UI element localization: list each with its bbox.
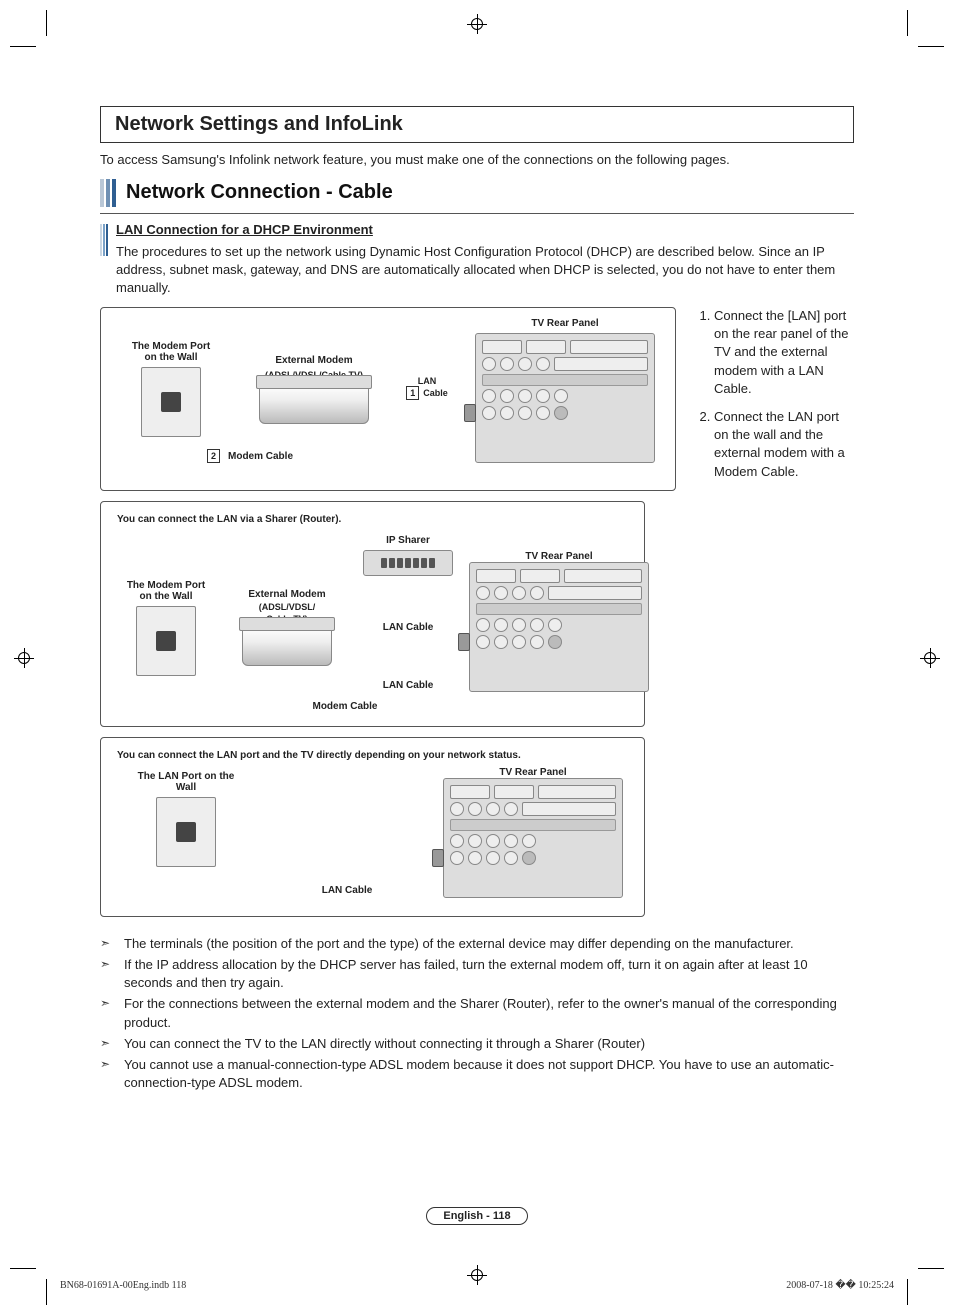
note-text: You cannot use a manual-connection-type … bbox=[124, 1056, 854, 1092]
sub-section-lan-dhcp: LAN Connection for a DHCP Environment Th… bbox=[100, 222, 854, 298]
diagram-3-heading: You can connect the LAN port and the TV … bbox=[117, 750, 634, 761]
crop-tick bbox=[918, 46, 944, 47]
step-2: Connect the LAN port on the wall and the… bbox=[714, 408, 854, 481]
note-text: For the connections between the external… bbox=[124, 995, 854, 1031]
register-mark-top bbox=[467, 14, 487, 34]
crop-tick bbox=[918, 1268, 944, 1269]
tv-rear-panel-illustration bbox=[443, 778, 623, 898]
lan-port-icon bbox=[464, 404, 476, 422]
intro-paragraph: To access Samsung's Infolink network fea… bbox=[100, 151, 854, 169]
external-modem-sublabel-1: (ADSL/VDSL/ bbox=[259, 602, 316, 612]
crop-tick bbox=[46, 1279, 47, 1305]
wall-port-label: The Modem Port on the Wall bbox=[126, 341, 216, 363]
step-tag-1: 1 bbox=[406, 386, 419, 400]
lan-cable-label: LAN Cable bbox=[383, 622, 434, 633]
tv-rear-panel-illustration bbox=[475, 333, 655, 463]
note-item: ➣ You can connect the TV to the LAN dire… bbox=[100, 1035, 854, 1053]
crop-tick bbox=[10, 1268, 36, 1269]
note-arrow-icon: ➣ bbox=[100, 1035, 114, 1053]
crop-tick bbox=[46, 10, 47, 36]
note-text: If the IP address allocation by the DHCP… bbox=[124, 956, 854, 992]
step-2-text: Connect the LAN port on the wall and the… bbox=[714, 409, 845, 479]
diagram-1: TV Rear Panel The Modem Port on the Wall bbox=[100, 307, 676, 491]
register-mark-left bbox=[14, 648, 34, 668]
steps-list: Connect the [LAN] port on the rear panel… bbox=[694, 307, 854, 491]
sub-section-description: The procedures to set up the network usi… bbox=[116, 243, 854, 298]
register-mark-right bbox=[920, 648, 940, 668]
wall-jack-illustration bbox=[141, 367, 201, 437]
wall-port-label: The Modem Port on the Wall bbox=[121, 580, 211, 602]
diagram-2-heading: You can connect the LAN via a Sharer (Ro… bbox=[117, 514, 634, 525]
note-item: ➣ You cannot use a manual-connection-typ… bbox=[100, 1056, 854, 1092]
lan-cable-label: LAN Cable bbox=[383, 680, 434, 691]
lan-cable-label: LAN Cable bbox=[322, 885, 373, 896]
step-1-text: Connect the [LAN] port on the rear panel… bbox=[714, 308, 848, 396]
note-arrow-icon: ➣ bbox=[100, 956, 114, 992]
modem-cable-label: Modem Cable bbox=[228, 451, 293, 462]
page-content: Network Settings and InfoLink To access … bbox=[100, 100, 854, 1235]
section-title: Network Connection - Cable bbox=[126, 181, 393, 204]
router-illustration bbox=[363, 550, 453, 576]
accent-bars-icon bbox=[100, 179, 116, 207]
note-item: ➣ If the IP address allocation by the DH… bbox=[100, 956, 854, 992]
tv-rear-panel-label: TV Rear Panel bbox=[465, 318, 665, 329]
note-arrow-icon: ➣ bbox=[100, 995, 114, 1031]
modem-cable-label: Modem Cable bbox=[312, 701, 377, 712]
crop-tick bbox=[907, 10, 908, 36]
ip-sharer-label: IP Sharer bbox=[386, 535, 430, 546]
wall-jack-illustration bbox=[156, 797, 216, 867]
lan-port-icon bbox=[458, 633, 470, 651]
note-arrow-icon: ➣ bbox=[100, 1056, 114, 1092]
footer-right: 2008-07-18 �� 10:25:24 bbox=[786, 1280, 894, 1291]
footer-meta: BN68-01691A-00Eng.indb 118 2008-07-18 ��… bbox=[60, 1280, 894, 1291]
note-arrow-icon: ➣ bbox=[100, 935, 114, 953]
note-text: The terminals (the position of the port … bbox=[124, 935, 794, 953]
section-title: Network Settings and InfoLink bbox=[115, 113, 403, 135]
footer-left: BN68-01691A-00Eng.indb 118 bbox=[60, 1280, 186, 1291]
wall-port-label: The LAN Port on the Wall bbox=[136, 771, 236, 793]
section-heading-network-connection-cable: Network Connection - Cable bbox=[100, 179, 854, 214]
notes-list: ➣ The terminals (the position of the por… bbox=[100, 935, 854, 1093]
modem-illustration bbox=[259, 384, 369, 424]
step-1: Connect the [LAN] port on the rear panel… bbox=[714, 307, 854, 398]
external-modem-label: External Modem bbox=[248, 589, 325, 600]
lan-cable-label-line1: LAN bbox=[418, 376, 437, 386]
modem-illustration bbox=[242, 626, 332, 666]
diagram1-and-steps: TV Rear Panel The Modem Port on the Wall bbox=[100, 307, 854, 491]
tv-rear-panel-illustration bbox=[469, 562, 649, 692]
note-item: ➣ The terminals (the position of the por… bbox=[100, 935, 854, 953]
crop-tick bbox=[907, 1279, 908, 1305]
lan-port-icon bbox=[432, 849, 444, 867]
diagram-2: You can connect the LAN via a Sharer (Ro… bbox=[100, 501, 645, 727]
mini-accent-bars-icon bbox=[100, 224, 108, 256]
sub-section-title: LAN Connection for a DHCP Environment bbox=[116, 222, 854, 237]
crop-tick bbox=[10, 46, 36, 47]
lan-cable-label-line2: Cable bbox=[423, 388, 448, 398]
wall-jack-illustration bbox=[136, 606, 196, 676]
diagram-3: You can connect the LAN port and the TV … bbox=[100, 737, 645, 917]
external-modem-label: External Modem bbox=[275, 355, 352, 366]
tv-rear-panel-label: TV Rear Panel bbox=[499, 767, 566, 778]
note-text: You can connect the TV to the LAN direct… bbox=[124, 1035, 645, 1053]
step-tag-2: 2 bbox=[207, 449, 220, 463]
section-heading-network-settings: Network Settings and InfoLink bbox=[100, 106, 854, 143]
page-number-pill: English - 118 bbox=[426, 1207, 527, 1225]
note-item: ➣ For the connections between the extern… bbox=[100, 995, 854, 1031]
page-footer: English - 118 bbox=[0, 1206, 954, 1225]
tv-rear-panel-label: TV Rear Panel bbox=[525, 551, 592, 562]
